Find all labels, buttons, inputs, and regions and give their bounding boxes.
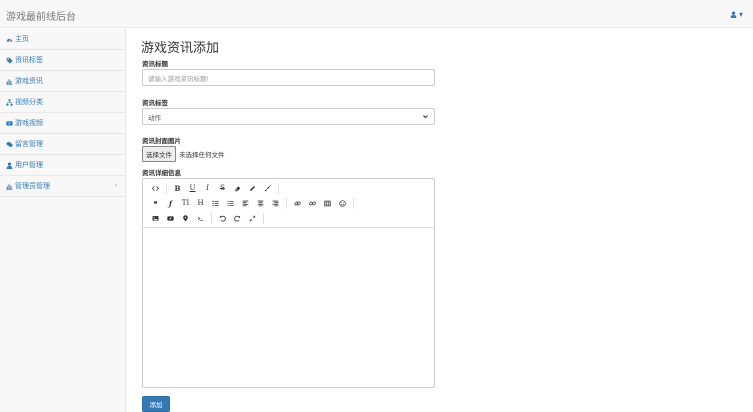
chevron-down-icon: ▾ (738, 10, 743, 19)
toolbar-row-2: ❝ ƒ TI H (149, 196, 358, 210)
toolbar-row-3 (149, 211, 268, 225)
rich-text-editor: B U I S ❝ ƒ TI H (142, 178, 435, 388)
brand-title[interactable]: 游戏最前线后台 (6, 8, 76, 23)
sidebar-item-label: 管理员管理 (15, 183, 50, 190)
sidebar-item-video-category[interactable]: 视频分类 (0, 92, 125, 113)
file-status: 未选择任何文件 (179, 152, 225, 159)
sidebar-item-label: 主页 (15, 36, 29, 43)
bar-chart-icon (5, 183, 14, 190)
detail-field-label: 资讯详细信息 (142, 170, 181, 177)
chevron-down-icon (423, 115, 428, 119)
italic-icon[interactable]: I (201, 182, 214, 195)
tag-field-label: 资讯标签 (142, 100, 168, 107)
title-input[interactable]: 请输入游戏资讯标题! (142, 69, 435, 86)
title-input-placeholder: 请输入游戏资讯标题! (148, 75, 209, 83)
image-icon[interactable] (149, 212, 162, 225)
emoji-icon[interactable] (336, 197, 349, 210)
editor-content-area[interactable] (143, 229, 434, 387)
list-ol-icon[interactable] (224, 197, 237, 210)
sidebar-item-label: 资讯标签 (15, 57, 43, 64)
strikethrough-icon[interactable]: S (216, 182, 229, 195)
toolbar-separator (263, 212, 264, 224)
editor-toolbar: B U I S ❝ ƒ TI H (143, 179, 434, 228)
sidebar-item-label: 游戏资讯 (15, 78, 43, 85)
add-submit-button[interactable]: 添加 (142, 396, 170, 412)
quote-icon[interactable]: ❝ (149, 197, 162, 210)
tag-select-value: 动作 (148, 114, 161, 122)
list-ul-icon[interactable] (209, 197, 222, 210)
cover-field-label: 资讯封面图片 (142, 138, 181, 145)
heading-icon[interactable]: H (194, 197, 207, 210)
code-view-icon[interactable] (149, 182, 162, 195)
dashboard-icon (5, 36, 14, 43)
user-menu[interactable]: ▾ (730, 10, 743, 19)
sidebar-item-label: 留言管理 (15, 141, 43, 148)
sidebar-item-game-video[interactable]: 游戏视频 (0, 113, 125, 134)
choose-file-button[interactable]: 选择文件 (142, 146, 176, 162)
top-navbar: 游戏最前线后台 ▾ (0, 0, 753, 28)
sidebar-item-comments[interactable]: 留言管理 (0, 134, 125, 155)
video-icon[interactable] (164, 212, 177, 225)
font-icon[interactable]: ƒ (164, 197, 177, 210)
pencil-icon[interactable] (246, 182, 259, 195)
eraser-icon[interactable] (231, 182, 244, 195)
map-marker-icon[interactable] (179, 212, 192, 225)
tag-select[interactable]: 动作 (142, 108, 435, 125)
toolbar-separator (353, 197, 354, 209)
sidebar-item-game-news[interactable]: 游戏资讯 (0, 71, 125, 92)
bar-chart-icon (5, 78, 14, 85)
redo-icon[interactable] (231, 212, 244, 225)
sidebar-item-label: 视频分类 (15, 99, 43, 106)
align-right-icon[interactable] (269, 197, 282, 210)
sidebar-item-news-tags[interactable]: 资讯标签 (0, 50, 125, 71)
undo-icon[interactable] (216, 212, 229, 225)
sidebar-item-label: 游戏视频 (15, 120, 43, 127)
page-title: 游戏资讯添加 (141, 40, 220, 55)
align-left-icon[interactable] (239, 197, 252, 210)
tag-icon (5, 57, 14, 64)
bold-icon[interactable]: B (171, 182, 184, 195)
user-icon (730, 11, 737, 18)
toolbar-separator (211, 212, 212, 224)
video-icon (5, 120, 14, 127)
brush-icon[interactable] (261, 182, 274, 195)
title-field-label: 资讯标题 (142, 61, 168, 68)
sitemap-icon (5, 98, 14, 106)
sidebar-item-label: 用户管理 (15, 162, 43, 169)
comments-icon (5, 141, 14, 148)
terminal-icon[interactable] (194, 212, 207, 225)
underline-icon[interactable]: U (186, 182, 199, 195)
sidebar-item-admins[interactable]: 管理员管理 ‹ (0, 176, 125, 197)
unlink-icon[interactable] (306, 197, 319, 210)
chevron-left-icon[interactable]: ‹ (115, 182, 117, 189)
sidebar: 主页 资讯标签 游戏资讯 视频分类 游戏视频 留言管理 用户管理 管理员管理 ‹ (0, 29, 126, 412)
align-center-icon[interactable] (254, 197, 267, 210)
fullscreen-icon[interactable] (246, 212, 259, 225)
toolbar-separator (278, 182, 279, 194)
sidebar-item-users[interactable]: 用户管理 (0, 155, 125, 176)
table-icon[interactable] (321, 197, 334, 210)
text-height-icon[interactable]: TI (179, 197, 192, 210)
cover-file-input: 选择文件 未选择任何文件 (142, 146, 225, 162)
link-icon[interactable] (291, 197, 304, 210)
toolbar-row-1: B U I S (149, 181, 283, 195)
toolbar-separator (166, 182, 167, 194)
user-icon (5, 161, 14, 169)
sidebar-item-home[interactable]: 主页 (0, 29, 125, 50)
toolbar-separator (286, 197, 287, 209)
